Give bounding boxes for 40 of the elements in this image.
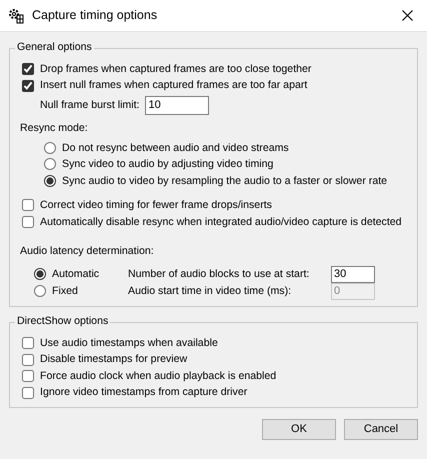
option-label: Automatically disable resync when integrated audio/video capture is detected: [40, 216, 402, 228]
checkbox[interactable]: [22, 63, 34, 76]
option-label: Fixed: [52, 285, 79, 298]
field-label: Number of audio blocks to use at start:: [128, 268, 310, 281]
checkbox[interactable]: [22, 337, 34, 350]
checkbox[interactable]: [22, 354, 34, 366]
gear-icon: [8, 8, 24, 24]
group-title: DirectShow options: [15, 314, 110, 328]
option-label: Correct video timing for fewer frame drops/inserts: [40, 199, 272, 212]
option-label: Disable timestamps for preview: [40, 353, 188, 366]
section-label: Audio latency determination:: [20, 245, 155, 258]
window-title: Capture timing options: [32, 8, 158, 23]
checkbox[interactable]: [22, 216, 34, 228]
checkbox[interactable]: [22, 386, 34, 399]
option-label: Use audio timestamps when available: [40, 336, 218, 350]
option-label: Drop frames when captured frames are too close together: [40, 62, 312, 76]
section-label: Resync mode:: [20, 122, 89, 135]
option-label: Do not resync between audio and video streams: [62, 142, 289, 154]
radio-button[interactable]: [44, 158, 56, 170]
option-label: Sync audio to video by resampling the audio to a faster or slower rate: [62, 174, 388, 188]
radio-button[interactable]: [44, 174, 56, 187]
checkbox[interactable]: [22, 199, 34, 212]
option-label: Force audio clock when audio playback is enabled: [40, 370, 276, 382]
field-label: Null frame burst limit:: [40, 98, 140, 112]
group-title: General options: [15, 41, 94, 54]
checkbox[interactable]: [22, 80, 34, 92]
radio-button[interactable]: [34, 285, 46, 298]
input-field[interactable]: 10: [145, 96, 210, 114]
field-label: Audio start time in video time (ms):: [128, 285, 292, 298]
option-label: Ignore video timestamps from capture driver: [40, 386, 248, 399]
option-label: Automatic: [52, 268, 100, 281]
checkbox[interactable]: [22, 370, 34, 382]
option-label: Insert null frames when captured frames are too far apart: [40, 79, 308, 92]
radio-button[interactable]: [34, 268, 46, 280]
dialog-button[interactable]: Cancel: [344, 418, 418, 440]
input-field[interactable]: 30: [331, 266, 375, 283]
close-icon: [402, 10, 413, 21]
option-label: Sync video to audio by adjusting video timing: [62, 158, 274, 171]
dialog-button[interactable]: OK: [262, 418, 336, 440]
radio-button[interactable]: [44, 142, 56, 154]
